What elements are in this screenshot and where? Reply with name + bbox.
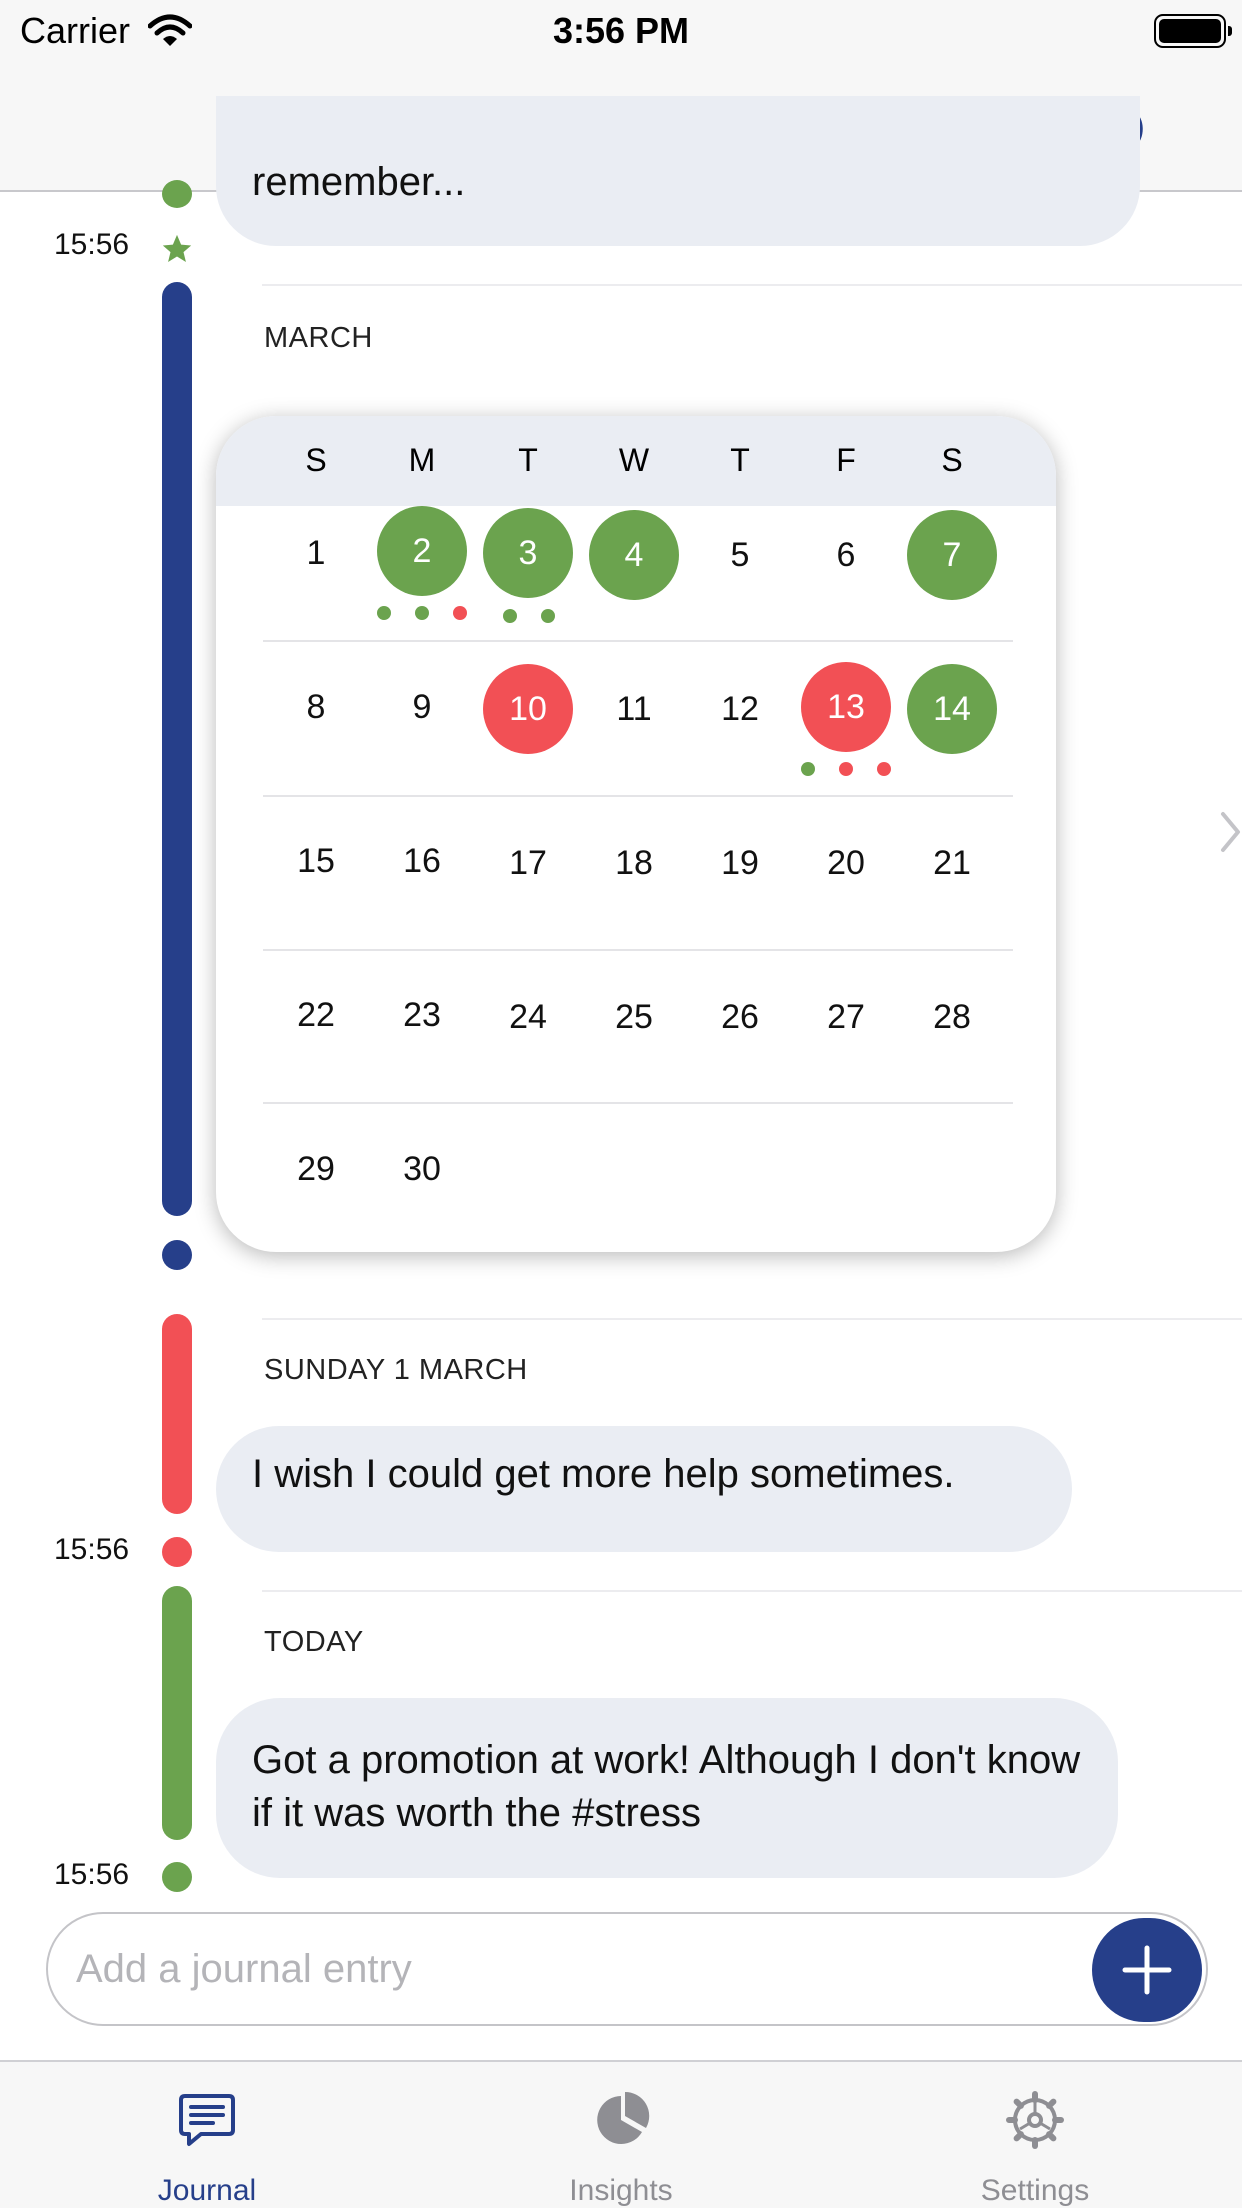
calendar-day[interactable]: 25: [589, 972, 679, 1062]
calendar-day[interactable]: 17: [483, 818, 573, 908]
section-header-month: MARCH: [264, 322, 373, 354]
calendar-row-divider: [263, 795, 1013, 797]
calendar-day[interactable]: 9: [377, 662, 467, 752]
calendar-day-negative[interactable]: 10: [483, 664, 573, 754]
calendar-day-negative[interactable]: 13: [801, 662, 891, 752]
mood-dot: [541, 609, 555, 623]
weekday-label: T: [518, 442, 538, 478]
weekday-label: T: [730, 442, 750, 478]
tab-bar: Journal Insights Settings: [0, 2060, 1242, 2208]
status-time: 3:56 PM: [552, 10, 690, 51]
calendar-day-positive[interactable]: 7: [907, 510, 997, 600]
calendar-day[interactable]: 28: [907, 972, 997, 1062]
chevron-right-icon[interactable]: [1220, 810, 1242, 859]
entry-text: Got a promotion at work! Although I don'…: [252, 1738, 1081, 1835]
month-calendar[interactable]: S M T W T F S 1 2 3 4 5 6 7 8 9 10 11 12…: [216, 416, 1056, 1252]
entry-bubble[interactable]: I wish I could get more help sometimes.: [216, 1426, 1072, 1552]
calendar-day[interactable]: 30: [377, 1124, 467, 1214]
entry-time: 15:56: [54, 1533, 130, 1566]
calendar-day[interactable]: 11: [589, 664, 679, 754]
calendar-day-positive[interactable]: 4: [589, 510, 679, 600]
timeline-dot-previous: [162, 180, 192, 208]
entry-bubble[interactable]: Got a promotion at work! Although I don'…: [216, 1698, 1118, 1878]
entry-time: 15:56: [54, 1858, 130, 1891]
calendar-day[interactable]: 24: [483, 972, 573, 1062]
tab-settings[interactable]: Settings: [828, 2062, 1242, 2208]
calendar-row-divider: [263, 949, 1013, 951]
tab-label: Insights: [569, 2174, 673, 2207]
calendar-day[interactable]: 18: [589, 818, 679, 908]
calendar-day[interactable]: 26: [695, 972, 785, 1062]
weekday-label: M: [408, 442, 436, 478]
journal-icon: [179, 2094, 235, 2146]
tab-insights[interactable]: Insights: [414, 2062, 828, 2208]
mood-dot: [839, 762, 853, 776]
section-header-date: TODAY: [264, 1626, 364, 1658]
timeline-dot-calendar: [162, 1240, 192, 1270]
entry-time-previous: 15:56: [54, 228, 130, 261]
calendar-day[interactable]: 1: [271, 508, 361, 598]
calendar-day[interactable]: 8: [271, 662, 361, 752]
entry-text-previous: remember...: [252, 160, 466, 204]
mood-dot: [503, 609, 517, 623]
calendar-day[interactable]: 20: [801, 818, 891, 908]
timeline-bar-calendar: [162, 282, 192, 1216]
mood-dot: [415, 606, 429, 620]
divider: [262, 1318, 1242, 1320]
star-icon: [160, 232, 194, 271]
timeline-bar-entry: [162, 1314, 192, 1514]
add-entry-button[interactable]: [1092, 1918, 1202, 2022]
pie-chart-icon: [597, 2091, 650, 2144]
tab-label: Journal: [157, 2174, 257, 2207]
status-bar: Carrier 3:56 PM: [0, 0, 1242, 62]
divider: [262, 284, 1242, 286]
plus-icon: [1122, 1945, 1172, 1995]
calendar-day[interactable]: 29: [271, 1124, 361, 1214]
divider: [262, 1590, 1242, 1592]
tab-label: Settings: [980, 2174, 1090, 2207]
weekday-header: S M T W T F S: [216, 416, 1056, 506]
entry-bubble-previous[interactable]: remember...: [216, 96, 1140, 246]
calendar-day-positive[interactable]: 3: [483, 508, 573, 598]
calendar-row-divider: [263, 1102, 1013, 1104]
timeline-dot-entry: [162, 1862, 192, 1892]
weekday-label: S: [305, 442, 327, 478]
calendar-day[interactable]: 15: [271, 816, 361, 906]
timeline-dot-entry: [162, 1537, 192, 1567]
calendar-day[interactable]: 5: [695, 510, 785, 600]
calendar-day[interactable]: 23: [377, 970, 467, 1060]
weekday-label: F: [836, 442, 856, 478]
calendar-day[interactable]: 21: [907, 818, 997, 908]
calendar-day[interactable]: 16: [377, 816, 467, 906]
calendar-row-divider: [263, 640, 1013, 642]
calendar-day[interactable]: 22: [271, 970, 361, 1060]
tab-journal[interactable]: Journal: [0, 2062, 414, 2208]
entry-text: I wish I could get more help sometimes.: [252, 1452, 955, 1496]
calendar-day-positive[interactable]: 14: [907, 664, 997, 754]
calendar-day[interactable]: 19: [695, 818, 785, 908]
section-header-date: SUNDAY 1 MARCH: [264, 1354, 528, 1386]
battery-icon: [1154, 14, 1232, 48]
mood-dot: [801, 762, 815, 776]
mood-dot: [877, 762, 891, 776]
mood-dot: [377, 606, 391, 620]
calendar-day[interactable]: 6: [801, 510, 891, 600]
calendar-day[interactable]: 12: [695, 664, 785, 754]
mood-dot: [453, 606, 467, 620]
timeline-bar-entry: [162, 1586, 192, 1840]
gear-icon: [1006, 2091, 1064, 2149]
weekday-label: S: [941, 442, 963, 478]
journal-entry-input[interactable]: [46, 1912, 1208, 2026]
weekday-label: W: [618, 442, 650, 478]
calendar-day-positive[interactable]: 2: [377, 506, 467, 596]
calendar-day[interactable]: 27: [801, 972, 891, 1062]
